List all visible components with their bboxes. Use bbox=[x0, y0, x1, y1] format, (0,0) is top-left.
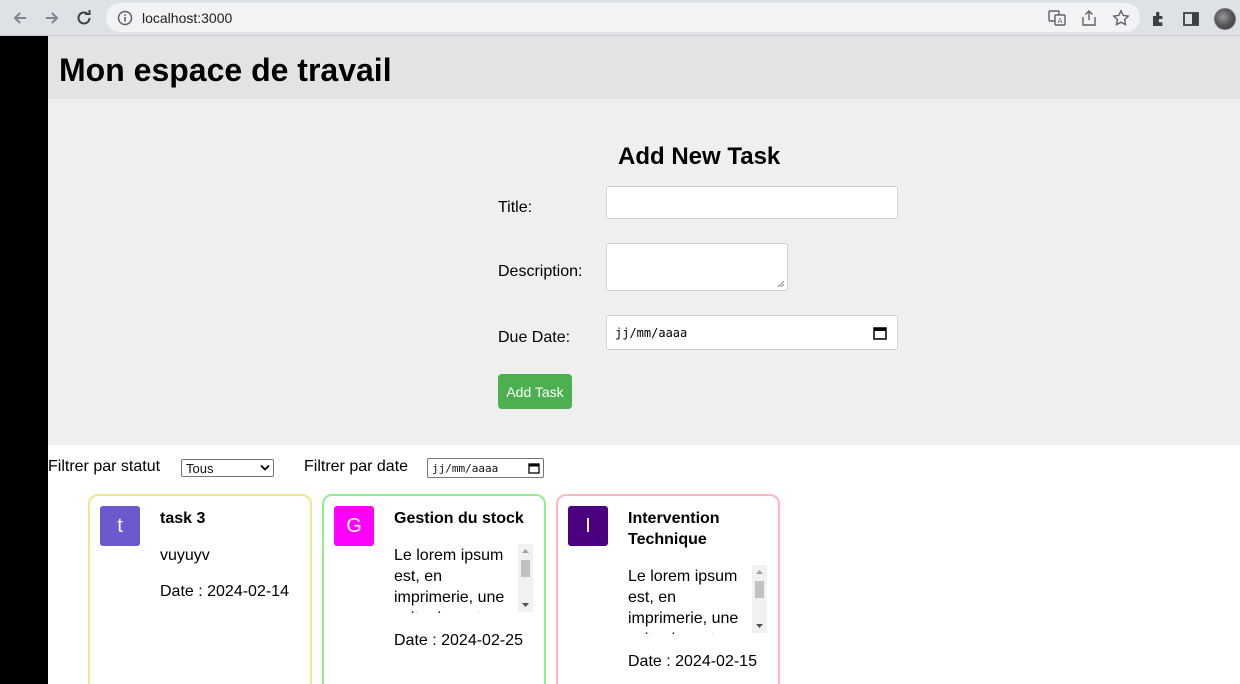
side-panel-icon[interactable] bbox=[1182, 10, 1200, 28]
calendar-icon[interactable] bbox=[528, 462, 540, 474]
task-description: Le lorem ipsum est, en imprimerie, une s… bbox=[628, 568, 739, 634]
svg-text:A: A bbox=[1058, 17, 1063, 25]
due-date-placeholder: jj/mm/aaaa bbox=[615, 325, 688, 340]
address-bar[interactable]: localhost:3000 A bbox=[106, 3, 1140, 32]
task-card[interactable]: t task 3 vuyuyv Date : 2024-02-14 bbox=[88, 494, 312, 684]
status-filter-label: Filtrer par statut bbox=[48, 458, 161, 475]
resize-grip-icon[interactable] bbox=[777, 280, 785, 288]
share-icon[interactable] bbox=[1080, 9, 1098, 27]
scroll-up-icon[interactable] bbox=[756, 569, 763, 575]
calendar-icon[interactable] bbox=[873, 326, 887, 340]
task-title: Intervention Technique bbox=[628, 510, 720, 548]
reload-icon bbox=[77, 9, 91, 24]
forward-button[interactable] bbox=[38, 4, 66, 32]
task-initial-badge: G bbox=[334, 506, 374, 546]
title-input[interactable] bbox=[606, 186, 898, 219]
page-title: Mon espace de travail bbox=[59, 52, 392, 88]
task-date: Date : 2024-02-15 bbox=[628, 653, 757, 670]
task-initial-badge: I bbox=[568, 506, 608, 546]
task-title: task 3 bbox=[160, 510, 206, 527]
task-title: Gestion du stock bbox=[394, 510, 524, 527]
profile-avatar[interactable] bbox=[1214, 8, 1236, 30]
task-initial-badge: t bbox=[100, 506, 140, 546]
url-text[interactable]: localhost:3000 bbox=[142, 10, 232, 26]
description-textarea[interactable] bbox=[606, 243, 788, 291]
page-header: Mon espace de travail bbox=[48, 36, 1240, 99]
description-scrollbar[interactable] bbox=[518, 544, 533, 612]
description-label: Description: bbox=[498, 263, 583, 280]
left-sidebar bbox=[0, 36, 48, 684]
description-scrollbar[interactable] bbox=[752, 565, 767, 633]
task-card[interactable]: I Intervention Technique Le lorem ipsum … bbox=[556, 494, 780, 684]
bookmark-star-icon[interactable] bbox=[1112, 9, 1130, 27]
task-card[interactable]: G Gestion du stock Le lorem ipsum est, e… bbox=[322, 494, 546, 684]
scrollbar-thumb[interactable] bbox=[755, 581, 764, 598]
task-description: Le lorem ipsum est, en imprimerie, une s… bbox=[394, 547, 505, 613]
task-date: Date : 2024-02-14 bbox=[160, 583, 289, 600]
status-filter-value: Tous bbox=[186, 460, 214, 476]
due-date-input[interactable]: jj/mm/aaaa bbox=[606, 315, 898, 350]
status-filter-select[interactable]: Tous bbox=[181, 459, 274, 477]
due-date-label: Due Date: bbox=[498, 329, 571, 346]
arrow-right-icon bbox=[46, 11, 59, 24]
date-filter-placeholder: jj/mm/aaaa bbox=[432, 461, 499, 475]
task-date: Date : 2024-02-25 bbox=[394, 632, 523, 649]
back-button[interactable] bbox=[6, 4, 34, 32]
scroll-down-icon[interactable] bbox=[756, 623, 763, 629]
filter-bar: Filtrer par statut Tous Filtrer par date… bbox=[48, 445, 1240, 491]
add-task-form: Add New Task Title: Description: Due Dat… bbox=[48, 99, 1240, 445]
extensions-icon[interactable] bbox=[1150, 10, 1168, 28]
scrollbar-thumb[interactable] bbox=[521, 560, 530, 577]
reload-button[interactable] bbox=[70, 4, 98, 32]
scroll-up-icon[interactable] bbox=[522, 548, 529, 554]
scroll-down-icon[interactable] bbox=[522, 602, 529, 608]
date-filter-input[interactable]: jj/mm/aaaa bbox=[427, 458, 544, 478]
info-icon[interactable] bbox=[117, 10, 133, 26]
add-task-button[interactable]: Add Task bbox=[498, 374, 572, 409]
translate-icon[interactable]: A bbox=[1048, 9, 1066, 27]
form-heading: Add New Task bbox=[618, 143, 781, 170]
chevron-down-icon bbox=[260, 464, 270, 471]
browser-toolbar: localhost:3000 A bbox=[0, 0, 1240, 36]
task-description: vuyuyv bbox=[160, 547, 210, 564]
arrow-left-icon bbox=[13, 11, 26, 24]
title-label: Title: bbox=[498, 199, 533, 216]
date-filter-label: Filtrer par date bbox=[304, 458, 409, 475]
